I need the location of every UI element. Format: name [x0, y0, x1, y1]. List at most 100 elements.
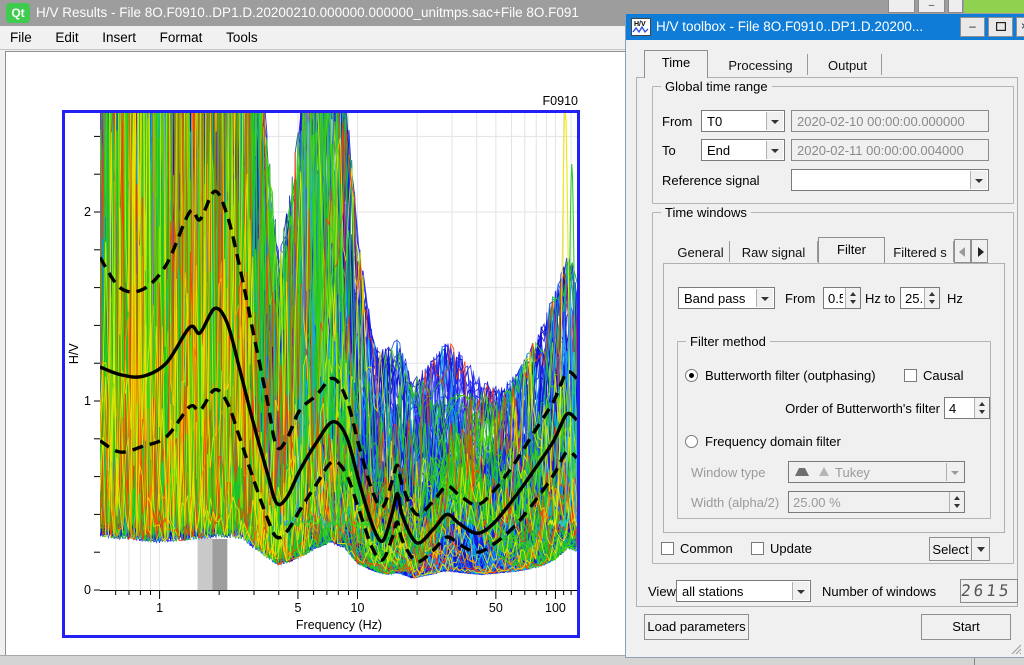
order-spinbox[interactable]: 4 — [944, 397, 990, 419]
hv-toolbox-icon: H/V — [631, 18, 651, 36]
svg-text:100: 100 — [545, 601, 566, 615]
chevron-down-icon[interactable] — [792, 582, 809, 600]
common-checkbox[interactable] — [661, 542, 674, 555]
window-type-value: Tukey — [835, 465, 944, 480]
frequency-domain-label: Frequency domain filter — [705, 434, 841, 449]
causal-checkbox[interactable] — [904, 369, 917, 382]
chevron-down-icon[interactable] — [946, 463, 963, 481]
filter-method-group: Filter method Butterworth filter (outpha… — [677, 341, 991, 519]
spinner-buttons[interactable] — [974, 398, 989, 418]
select-button[interactable]: Select — [929, 537, 972, 561]
from-combo-value: T0 — [707, 114, 764, 129]
dialog-maximize-button[interactable] — [988, 17, 1013, 37]
chevron-down-icon[interactable] — [766, 141, 783, 159]
window-type-label: Window type — [691, 465, 765, 480]
tab-filtered-signal[interactable]: Filtered s — [887, 241, 954, 262]
update-checkbox[interactable] — [751, 542, 764, 555]
menu-item-format[interactable]: Format — [150, 26, 213, 45]
to-label: To — [662, 143, 676, 158]
tab-scroll-right-button[interactable] — [971, 239, 988, 263]
butterworth-radio[interactable] — [685, 369, 698, 382]
qt-app-icon: Qt — [6, 3, 30, 23]
frequency-domain-radio[interactable] — [685, 435, 698, 448]
view-combo[interactable]: all stations — [676, 580, 811, 602]
reference-signal-label: Reference signal — [662, 173, 760, 188]
dialog-title: H/V toolbox - File 8O.F0910..DP1.D.20200… — [656, 19, 923, 34]
menu-item-file[interactable]: File — [0, 26, 42, 45]
svg-text:1: 1 — [84, 394, 91, 408]
time-windows-group: Time windows General Raw signal Filter F… — [652, 212, 1014, 564]
view-value: all stations — [682, 584, 790, 599]
triangle-window-icon — [819, 467, 829, 476]
menu-item-edit[interactable]: Edit — [45, 26, 88, 45]
update-label: Update — [770, 541, 812, 556]
hv-chart-canvas[interactable]: 012151050100Frequency (Hz)H/V — [65, 113, 577, 635]
svg-text:0: 0 — [84, 583, 91, 597]
order-value: 4 — [949, 401, 972, 416]
start-button[interactable]: Start — [921, 614, 1011, 640]
background-window-fragment — [964, 0, 1024, 13]
tab-scroll-left-button[interactable] — [954, 239, 971, 263]
arrow-left-icon — [959, 247, 965, 257]
tab-general[interactable]: General — [672, 241, 730, 262]
svg-text:1: 1 — [156, 601, 163, 615]
tab-time[interactable]: Time — [644, 50, 708, 78]
dialog-titlebar[interactable]: H/V H/V toolbox - File 8O.F0910..DP1.D.2… — [626, 14, 1024, 40]
dialog-minimize-button[interactable]: – — [960, 17, 985, 37]
common-label: Common — [680, 541, 733, 556]
tab-raw-signal[interactable]: Raw signal — [730, 241, 818, 262]
to-combo-value: End — [707, 143, 764, 158]
hz-to-label: Hz to — [865, 291, 895, 306]
spin-down-icon — [979, 410, 985, 414]
spinner-buttons[interactable] — [949, 492, 964, 512]
spin-up-icon — [979, 402, 985, 406]
spin-up-icon — [850, 292, 856, 296]
chevron-down-icon[interactable] — [756, 289, 773, 307]
screen: { "main_window": { "title": "H/V Results… — [0, 0, 1024, 665]
freq-max-spinbox[interactable]: 25.00 — [900, 287, 940, 309]
tab-processing[interactable]: Processing — [714, 54, 808, 75]
svg-text:2: 2 — [84, 205, 91, 219]
svg-text:H/V: H/V — [67, 343, 81, 365]
select-dropdown-button[interactable] — [971, 537, 990, 561]
svg-text:Frequency (Hz): Frequency (Hz) — [296, 618, 382, 632]
view-label: View — [648, 584, 676, 599]
from-time-field: 2020-02-10 00:00:00.000000 — [791, 110, 989, 132]
spinner-buttons[interactable] — [924, 288, 939, 308]
time-windows-legend: Time windows — [661, 205, 751, 220]
filter-type-value: Band pass — [684, 291, 754, 306]
windows-count-value: 2615 — [960, 580, 1018, 601]
main-close-button[interactable] — [948, 0, 963, 13]
dialog-close-button[interactable]: × — [1016, 17, 1024, 37]
main-maximize-button[interactable]: – — [918, 0, 945, 13]
filter-type-combo[interactable]: Band pass — [678, 287, 775, 309]
butterworth-label: Butterworth filter (outphasing) — [705, 368, 876, 383]
reference-signal-combo[interactable] — [791, 169, 989, 191]
main-minimize-button[interactable] — [888, 0, 915, 13]
svg-text:50: 50 — [489, 601, 503, 615]
chevron-down-icon[interactable] — [766, 112, 783, 130]
order-label: Order of Butterworth's filter — [738, 401, 940, 416]
menu-item-insert[interactable]: Insert — [92, 26, 146, 45]
freq-min-spinbox[interactable]: 0.50 — [823, 287, 861, 309]
chevron-down-icon[interactable] — [970, 171, 987, 189]
resize-grip-icon[interactable] — [1009, 642, 1021, 654]
tukey-window-icon — [795, 468, 809, 476]
menu-item-tools[interactable]: Tools — [216, 26, 268, 45]
number-of-windows-lcd: 2615 — [960, 579, 1018, 603]
from-combo[interactable]: T0 — [701, 110, 785, 132]
freq-min-value: 0.50 — [828, 291, 843, 306]
tab-filter[interactable]: Filter — [818, 237, 885, 263]
tab-output[interactable]: Output — [814, 54, 882, 75]
load-parameters-button[interactable]: Load parameters — [644, 614, 749, 640]
spin-down-icon — [929, 300, 935, 304]
width-alpha-spinbox[interactable]: 25.00 % — [788, 491, 965, 513]
window-type-combo[interactable]: Tukey — [788, 461, 965, 483]
to-time-field: 2020-02-11 00:00:00.004000 — [791, 139, 989, 161]
hv-chart[interactable]: 012151050100Frequency (Hz)H/V — [62, 110, 580, 638]
freq-max-value: 25.00 — [905, 291, 922, 306]
spin-up-icon — [954, 496, 960, 500]
to-combo[interactable]: End — [701, 139, 785, 161]
spinner-buttons[interactable] — [845, 288, 860, 308]
hz-label: Hz — [947, 291, 963, 306]
